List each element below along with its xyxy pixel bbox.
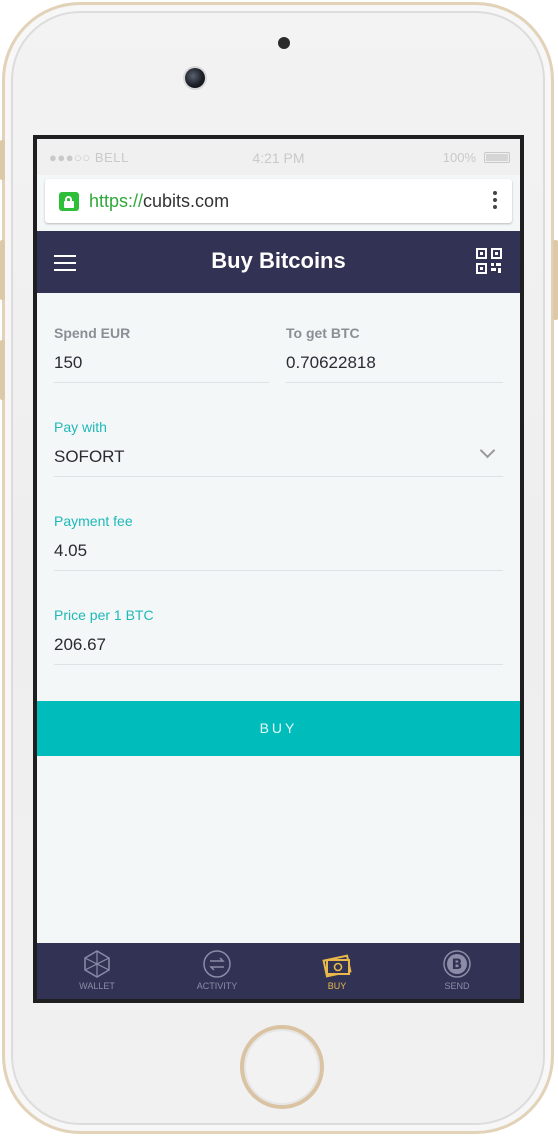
to-get-btc-value[interactable]: 0.70622818 — [286, 353, 376, 373]
payment-fee-label: Payment fee — [54, 513, 133, 529]
url-host: cubits.com — [143, 191, 230, 211]
price-per-btc-label: Price per 1 BTC — [54, 607, 154, 623]
qr-code-icon[interactable] — [476, 248, 502, 274]
tab-activity-label: ACTIVITY — [196, 981, 238, 991]
send-icon: B — [443, 950, 471, 978]
tab-wallet[interactable]: WALLET — [37, 943, 157, 999]
power-button — [553, 240, 558, 320]
proximity-sensor — [278, 37, 290, 49]
to-get-btc-field[interactable]: To get BTC 0.70622818 — [286, 325, 503, 383]
spend-eur-label: Spend EUR — [54, 325, 131, 341]
tab-send[interactable]: B SEND — [397, 943, 517, 999]
buy-icon — [322, 954, 352, 978]
price-per-btc-value: 206.67 — [54, 635, 106, 654]
payment-fee-field: Payment fee 4.05 — [54, 513, 503, 571]
tab-send-label: SEND — [444, 981, 470, 991]
tab-buy-label: BUY — [327, 981, 347, 991]
home-button[interactable] — [240, 1025, 324, 1109]
payment-fee-value: 4.05 — [54, 541, 88, 560]
battery-icon — [484, 152, 510, 163]
chevron-down-icon[interactable] — [479, 442, 496, 459]
lock-icon — [59, 192, 79, 211]
battery-percent: 100% — [442, 150, 476, 165]
pay-with-select[interactable]: Pay with SOFORT — [54, 419, 503, 477]
browser-menu-icon[interactable] — [492, 191, 498, 211]
url-scheme: https:// — [89, 191, 144, 211]
tab-buy[interactable]: BUY — [277, 943, 397, 999]
status-bar: ●●●○○ BELL 4:21 PM 100% — [37, 139, 520, 175]
volume-down-button — [0, 340, 5, 400]
activity-icon — [203, 950, 231, 978]
tab-wallet-label: WALLET — [79, 981, 115, 991]
volume-up-button — [0, 240, 5, 300]
svg-text:B: B — [452, 957, 463, 973]
pay-with-value[interactable]: SOFORT — [54, 447, 125, 467]
mute-switch — [0, 140, 5, 180]
spend-eur-field[interactable]: Spend EUR 150 — [54, 325, 269, 383]
browser-url-bar[interactable]: https://cubits.com — [45, 179, 512, 223]
buy-button[interactable]: BUY — [37, 701, 520, 756]
app-header: Buy Bitcoins — [37, 231, 520, 293]
tab-activity[interactable]: ACTIVITY — [157, 943, 277, 999]
url-text[interactable]: https://cubits.com — [89, 191, 229, 212]
wallet-icon — [84, 950, 110, 978]
pay-with-label: Pay with — [54, 419, 107, 435]
price-per-btc-field: Price per 1 BTC 206.67 — [54, 607, 503, 665]
page-title: Buy Bitcoins — [211, 248, 346, 273]
to-get-btc-label: To get BTC — [286, 325, 360, 341]
front-camera — [185, 68, 205, 88]
spend-eur-value[interactable]: 150 — [54, 353, 82, 373]
bottom-tab-bar: WALLET ACTIVITY BUY B SEND — [37, 943, 520, 999]
phone-screen: ●●●○○ BELL 4:21 PM 100% https://cubits.c… — [33, 135, 524, 1003]
